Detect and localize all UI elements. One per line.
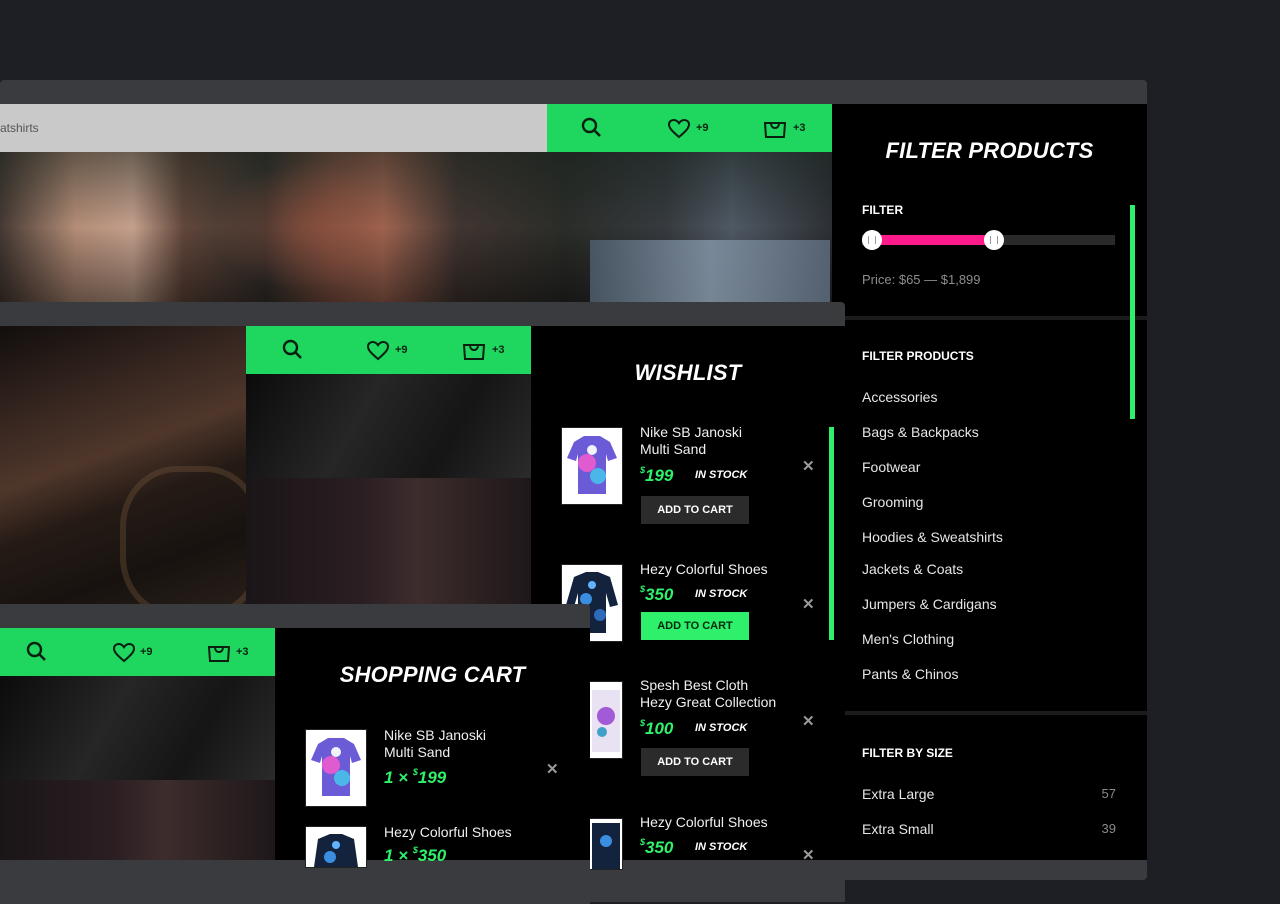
- mid-action-bar: +9 +3: [246, 326, 531, 374]
- search-icon[interactable]: [26, 641, 48, 668]
- cart-item-name[interactable]: Hezy Colorful Shoes: [384, 824, 512, 841]
- category-item[interactable]: Jackets & Coats: [862, 561, 963, 577]
- category-item[interactable]: Men's Clothing: [862, 631, 954, 647]
- cart-count: +3: [793, 122, 806, 134]
- wishlist-count: +9: [696, 122, 709, 134]
- cart-item-name-line2: Multi Sand: [384, 744, 451, 760]
- wishlist-item-name[interactable]: Nike SB Janoski: [640, 424, 742, 441]
- wishlist-title: WISHLIST: [634, 360, 742, 385]
- category-item[interactable]: Jumpers & Cardigans: [862, 596, 997, 612]
- product-photo-2: [246, 478, 531, 606]
- wishlist-item-name[interactable]: Spesh Best Cloth: [640, 677, 748, 694]
- shopping-bag-icon[interactable]: [763, 117, 787, 144]
- category-item[interactable]: Grooming: [862, 494, 923, 510]
- slider-handle-max[interactable]: [983, 230, 1004, 250]
- front-action-bar: +9 +3: [0, 628, 275, 676]
- portrait-photo: [0, 326, 246, 606]
- slider-handle-min[interactable]: [862, 230, 882, 250]
- remove-icon[interactable]: ✕: [802, 595, 815, 613]
- stock-status: IN STOCK: [695, 588, 748, 600]
- product-photo-1: [246, 374, 533, 478]
- wishlist-item-name[interactable]: Hezy Colorful Shoes: [640, 561, 768, 578]
- add-to-cart-button[interactable]: ADD TO CART: [641, 612, 749, 640]
- wishlist-scrollbar[interactable]: [829, 427, 834, 640]
- stock-status: IN STOCK: [695, 469, 748, 481]
- wishlist-count: +9: [140, 646, 153, 658]
- filter-scrollbar[interactable]: [1130, 205, 1135, 419]
- cart-item-image[interactable]: [305, 826, 367, 868]
- remove-icon[interactable]: ✕: [546, 760, 559, 778]
- wishlist-count: +9: [395, 344, 408, 356]
- shopping-bag-icon[interactable]: [462, 339, 486, 366]
- shopping-cart-title: SHOPPING CART: [339, 662, 526, 687]
- search-icon[interactable]: [581, 117, 603, 144]
- filter-divider: [832, 316, 1147, 320]
- cart-item-price: 1 × $350: [384, 845, 447, 865]
- price-range-text: Price: $65 — $1,899: [862, 272, 981, 287]
- product-photo-3: [0, 676, 277, 780]
- size-item[interactable]: Extra Large 57: [862, 786, 1116, 802]
- wishlist-item-price: $350: [640, 584, 674, 604]
- cart-count: +3: [492, 344, 505, 356]
- stock-status: IN STOCK: [695, 841, 748, 853]
- wishlist-item-image[interactable]: [561, 427, 623, 505]
- remove-icon[interactable]: ✕: [802, 846, 815, 864]
- category-item[interactable]: Bags & Backpacks: [862, 424, 979, 440]
- hero-photo: [0, 152, 832, 302]
- wishlist-item-image[interactable]: [589, 818, 623, 870]
- wishlist-item-name-line2: Hezy Great Collection: [640, 694, 777, 710]
- product-photo-4: [0, 780, 275, 860]
- cart-item-name[interactable]: Nike SB Janoski: [384, 727, 486, 744]
- price-filter-label: FILTER: [862, 203, 904, 217]
- size-count: 57: [1101, 786, 1116, 801]
- stock-status: IN STOCK: [695, 722, 748, 734]
- cart-item-image[interactable]: [305, 729, 367, 807]
- categories-title: FILTER PRODUCTS: [862, 349, 974, 363]
- wishlist-item-name[interactable]: Hezy Colorful Shoes: [640, 814, 768, 831]
- category-item[interactable]: Hoodies & Sweatshirts: [862, 529, 1003, 545]
- remove-icon[interactable]: ✕: [802, 457, 815, 475]
- wishlist-item-price: $100: [640, 718, 674, 738]
- slider-fill: [872, 235, 994, 245]
- category-item[interactable]: Pants & Chinos: [862, 666, 959, 682]
- add-to-cart-button[interactable]: ADD TO CART: [641, 496, 749, 524]
- cart-count: +3: [236, 646, 249, 658]
- size-label: Extra Large: [862, 786, 935, 802]
- search-icon[interactable]: [282, 339, 304, 366]
- top-action-bar: +9 +3: [547, 104, 832, 152]
- search-input-value: atshirts: [0, 121, 39, 135]
- heart-icon[interactable]: [366, 340, 390, 366]
- size-item[interactable]: Extra Small 39: [862, 821, 1116, 837]
- size-divider: [845, 711, 1147, 715]
- add-to-cart-button[interactable]: ADD TO CART: [641, 748, 749, 776]
- heart-icon[interactable]: [112, 642, 136, 668]
- category-item[interactable]: Accessories: [862, 389, 937, 405]
- remove-icon[interactable]: ✕: [802, 712, 815, 730]
- size-label: Extra Small: [862, 821, 934, 837]
- category-item[interactable]: Footwear: [862, 459, 920, 475]
- wishlist-item-price: $350: [640, 837, 674, 857]
- price-range-slider[interactable]: [862, 230, 1115, 250]
- shopping-bag-icon[interactable]: [207, 641, 231, 668]
- wishlist-item-price: $199: [640, 465, 674, 485]
- size-count: 39: [1101, 821, 1116, 836]
- wishlist-item-name-line2: Multi Sand: [640, 441, 707, 457]
- size-filter-title: FILTER BY SIZE: [862, 746, 953, 760]
- cart-item-price: 1 × $199: [384, 767, 447, 787]
- heart-icon[interactable]: [667, 118, 691, 144]
- filter-panel-title: FILTER PRODUCTS: [885, 138, 1094, 163]
- search-input[interactable]: atshirts: [0, 104, 547, 152]
- wishlist-item-image[interactable]: [589, 681, 623, 759]
